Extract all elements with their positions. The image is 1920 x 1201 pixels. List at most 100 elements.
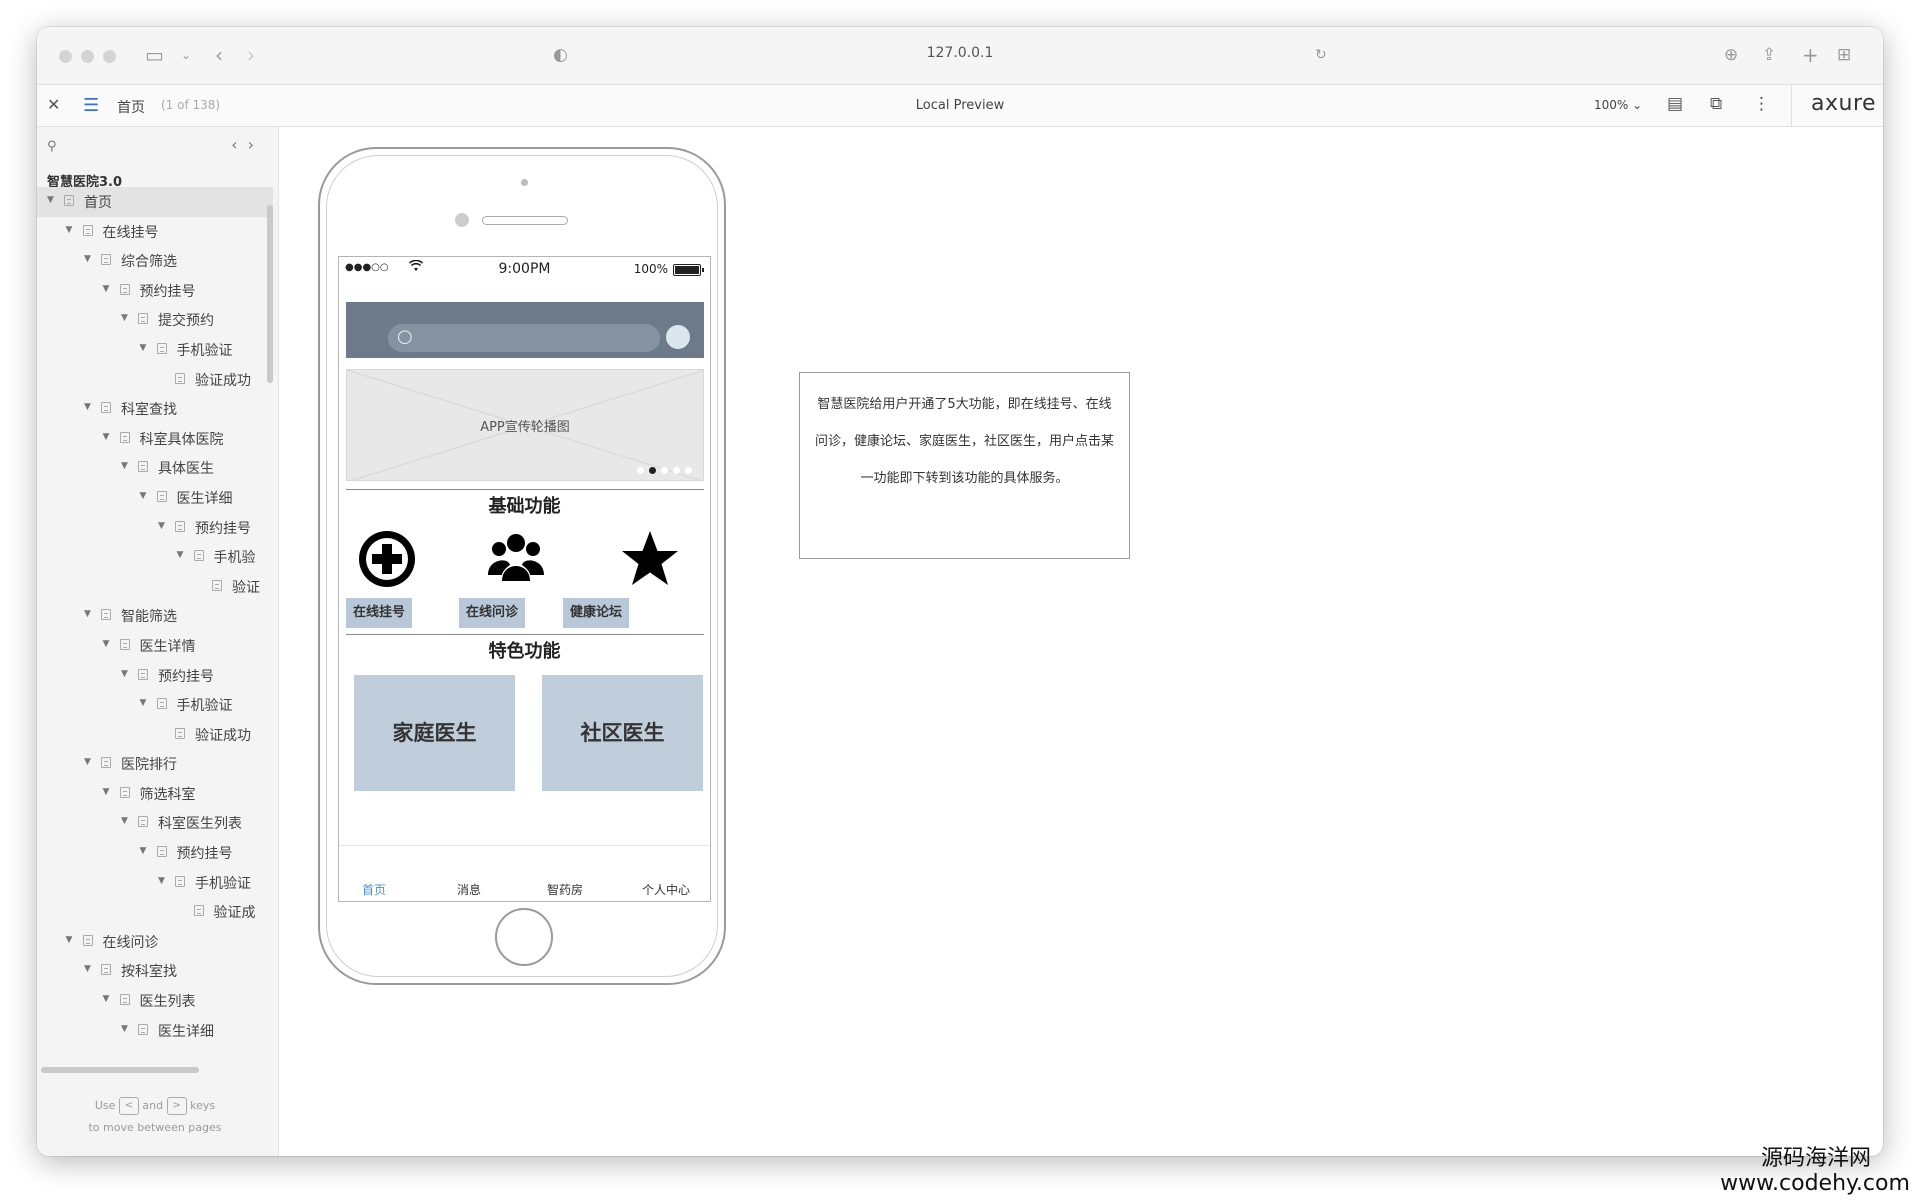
family-doctor-card[interactable]: 家庭医生 <box>354 675 515 791</box>
right-key-icon: > <box>166 1097 187 1115</box>
group-icon[interactable] <box>486 529 546 589</box>
hint-text: to move between pages <box>88 1121 222 1134</box>
sidebar-item[interactable]: ▼ 具体医生 <box>37 453 273 483</box>
share-icon[interactable]: ⇪ <box>1762 43 1776 67</box>
inspect-icon[interactable]: ⧉ <box>1710 94 1722 114</box>
search-header: ○ <box>346 302 704 358</box>
sidebar-item[interactable]: ▼ 医生详细 <box>37 483 273 513</box>
sidebar-item[interactable]: ▼ 医生列表 <box>37 986 273 1016</box>
chevron-down-icon[interactable]: ▼ <box>140 343 147 353</box>
zoom-select[interactable]: 100% ⌄ <box>1594 98 1642 112</box>
chevron-down-icon[interactable]: ▼ <box>103 284 110 294</box>
sidebar-item-label: 医生详情 <box>139 638 196 655</box>
page-icon <box>138 816 148 828</box>
sidebar-item[interactable]: ▼ 手机验证 <box>37 335 273 365</box>
chevron-down-icon[interactable]: ▼ <box>84 964 91 974</box>
address-bar[interactable]: 127.0.0.1 <box>37 45 1883 61</box>
chevron-down-icon[interactable]: ▼ <box>121 669 128 679</box>
promo-carousel[interactable]: APP宣传轮播图 <box>346 369 704 481</box>
online-consultation-button[interactable]: 在线问诊 <box>459 598 525 628</box>
sidebar-item[interactable]: ▼ 首页 <box>37 187 273 217</box>
online-registration-button[interactable]: 在线挂号 <box>346 598 412 628</box>
chevron-down-icon[interactable]: ▼ <box>66 935 73 945</box>
page-icon <box>82 934 93 946</box>
search-icon[interactable]: ⚲ <box>47 139 57 154</box>
notes-icon[interactable]: ▤ <box>1667 94 1683 114</box>
sidebar-item[interactable]: ▼ 预约挂号 <box>37 276 273 306</box>
chevron-down-icon[interactable]: ▼ <box>103 994 110 1004</box>
sidebar-item[interactable]: ▼ 科室医生列表 <box>37 808 273 838</box>
chevron-down-icon[interactable]: ▼ <box>158 521 165 531</box>
tab-profile[interactable]: 个人中心 <box>642 881 690 898</box>
page-nav-arrows[interactable]: ‹› <box>231 135 264 154</box>
chevron-down-icon[interactable]: ▼ <box>47 195 54 205</box>
sidebar-item[interactable]: ▼ 在线问诊 <box>37 927 273 957</box>
carousel-dot[interactable] <box>685 467 692 474</box>
sidebar-item[interactable]: 验证 <box>37 572 273 602</box>
sidebar-item[interactable]: ▼ 手机验 <box>37 542 273 572</box>
chevron-down-icon[interactable]: ▼ <box>121 1024 128 1034</box>
sidebar-item[interactable]: ▼ 提交预约 <box>37 305 273 335</box>
annotation-note: 智慧医院给用户开通了5大功能，即在线挂号、在线 问诊，健康论坛、家庭医生，社区医… <box>799 372 1130 559</box>
download-icon[interactable]: ⊕ <box>1724 43 1738 67</box>
plus-circle-icon[interactable] <box>357 529 417 589</box>
chevron-down-icon[interactable]: ▼ <box>103 787 110 797</box>
sidebar-item[interactable]: 验证成 <box>37 897 273 927</box>
health-forum-button[interactable]: 健康论坛 <box>563 598 629 628</box>
phone-home-button[interactable] <box>495 908 553 966</box>
sidebar-item[interactable]: ▼ 智能筛选 <box>37 601 273 631</box>
search-input[interactable]: ○ <box>388 324 660 352</box>
chevron-down-icon[interactable]: ▼ <box>140 491 147 501</box>
carousel-dot[interactable] <box>637 467 644 474</box>
tab-messages[interactable]: 消息 <box>457 881 481 898</box>
sidebar-item[interactable]: 验证成功 <box>37 365 273 395</box>
sidebar-item[interactable]: ▼ 手机验证 <box>37 690 273 720</box>
community-doctor-card[interactable]: 社区医生 <box>542 675 703 791</box>
tab-overview-icon[interactable]: ⊞ <box>1837 43 1851 67</box>
carousel-dot[interactable] <box>661 467 668 474</box>
sidebar-item[interactable]: ▼ 科室查找 <box>37 394 273 424</box>
carousel-dot[interactable] <box>673 467 680 474</box>
avatar[interactable] <box>666 325 690 349</box>
sidebar-item[interactable]: ▼ 筛选科室 <box>37 779 273 809</box>
hint-text: and <box>142 1099 164 1112</box>
chevron-down-icon[interactable]: ▼ <box>103 639 110 649</box>
sidebar-item[interactable]: ▼ 综合筛选 <box>37 246 273 276</box>
chevron-down-icon[interactable]: ▼ <box>121 816 128 826</box>
sidebar-item[interactable]: ▼ 预约挂号 <box>37 661 273 691</box>
chevron-down-icon[interactable]: ▼ <box>121 461 128 471</box>
page-icon <box>101 402 111 414</box>
tab-pharmacy[interactable]: 智药房 <box>547 881 583 898</box>
chevron-down-icon[interactable]: ▼ <box>84 402 91 412</box>
chevron-down-icon[interactable]: ▼ <box>103 432 110 442</box>
sidebar-item[interactable]: ▼ 医生详情 <box>37 631 273 661</box>
chevron-down-icon[interactable]: ▼ <box>140 698 147 708</box>
chevron-down-icon[interactable]: ▼ <box>177 550 184 560</box>
zoom-value: 100% <box>1594 98 1629 112</box>
new-tab-icon[interactable]: + <box>1802 43 1819 67</box>
tab-bar-divider <box>339 845 710 846</box>
sidebar-vertical-scrollbar[interactable] <box>267 205 273 383</box>
sidebar-item[interactable]: ▼ 科室具体医院 <box>37 424 273 454</box>
chevron-down-icon[interactable]: ▼ <box>158 876 165 886</box>
chevron-down-icon[interactable]: ▼ <box>140 846 147 856</box>
sidebar-item[interactable]: 验证成功 <box>37 720 273 750</box>
sidebar-item[interactable]: ▼ 预约挂号 <box>37 513 273 543</box>
chevron-down-icon[interactable]: ▼ <box>121 313 128 323</box>
more-options-icon[interactable]: ⋮ <box>1753 94 1770 114</box>
sidebar-item[interactable]: ▼ 医生详细 <box>37 1016 273 1046</box>
chevron-down-icon[interactable]: ▼ <box>84 757 91 767</box>
sidebar-horizontal-scrollbar[interactable] <box>41 1067 199 1073</box>
sidebar-item[interactable]: ▼ 预约挂号 <box>37 838 273 868</box>
chevron-down-icon[interactable]: ▼ <box>66 225 73 235</box>
chevron-down-icon[interactable]: ▼ <box>84 609 91 619</box>
sidebar-item[interactable]: ▼ 手机验证 <box>37 868 273 898</box>
reload-icon[interactable]: ↻ <box>1315 43 1327 67</box>
star-icon[interactable] <box>620 529 680 589</box>
sidebar-item[interactable]: ▼ 医院排行 <box>37 749 273 779</box>
chevron-down-icon[interactable]: ▼ <box>84 254 91 264</box>
carousel-dot[interactable] <box>649 467 656 474</box>
sidebar-item[interactable]: ▼ 在线挂号 <box>37 217 273 247</box>
tab-home[interactable]: 首页 <box>362 881 386 898</box>
sidebar-item[interactable]: ▼ 按科室找 <box>37 956 273 986</box>
